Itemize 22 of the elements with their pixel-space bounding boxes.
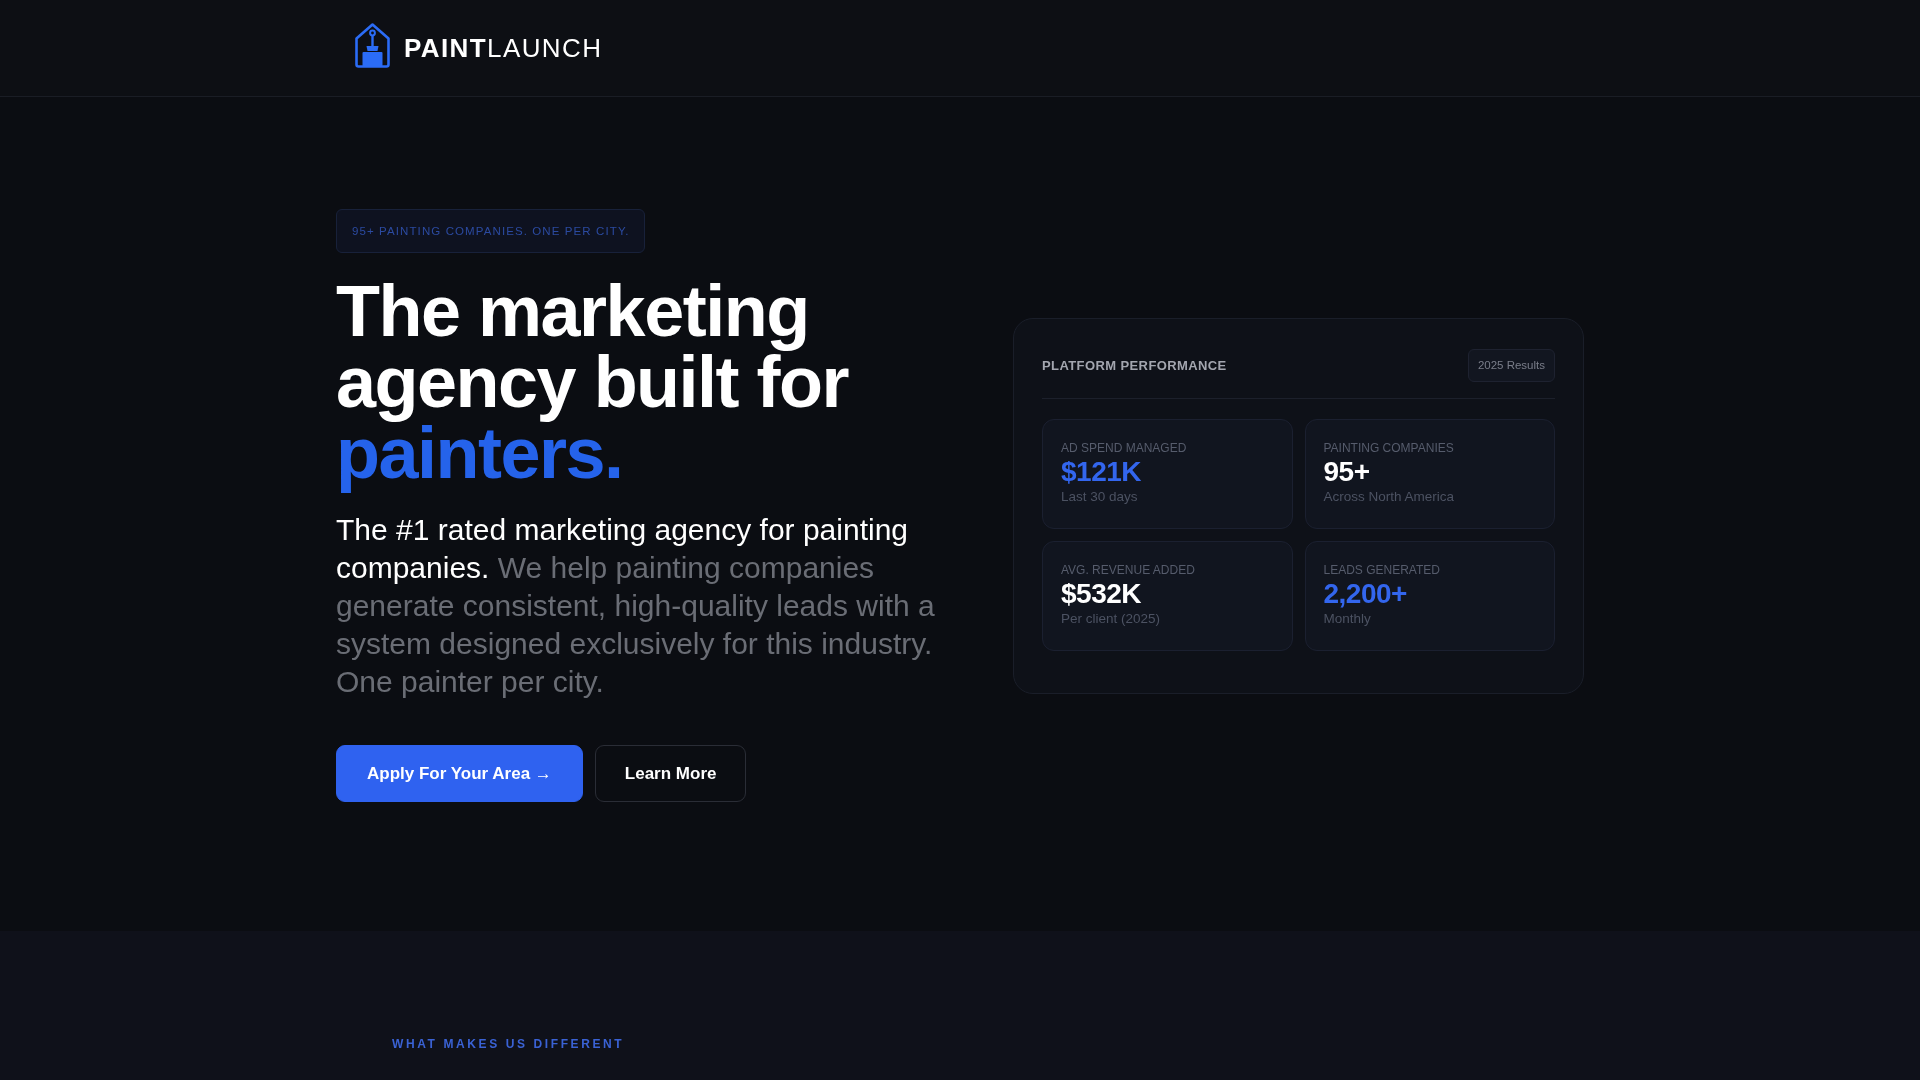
hero-description: The #1 rated marketing agency for painting companies. We help painting companies generate consistent, high-quality leads with a system designed exclusively for this industry. One painter per city. xyxy=(336,512,936,700)
card-title: PLATFORM PERFORMANCE xyxy=(1042,357,1227,373)
stat-value: 2,200+ xyxy=(1323,577,1407,610)
learn-more-button[interactable]: Learn More xyxy=(594,745,747,802)
paintbrush-house-icon xyxy=(355,22,390,68)
apply-button[interactable]: Apply For Your Area → xyxy=(336,745,583,802)
tagline-badge: 95+ PAINTING COMPANIES. ONE PER CITY. xyxy=(336,209,646,253)
stat-label: PAINTING COMPANIES xyxy=(1323,439,1454,456)
stat-label: AVG. REVENUE ADDED xyxy=(1061,561,1195,578)
stat-note: Monthly xyxy=(1323,609,1371,628)
stat-label: AD SPEND MANAGED xyxy=(1061,439,1187,456)
stat-note: Across North America xyxy=(1323,487,1455,506)
stat-value: $121K xyxy=(1061,455,1141,488)
headline-text: The marketing agency built for xyxy=(336,271,849,422)
stat-value: 95+ xyxy=(1323,455,1370,488)
stat-note: Last 30 days xyxy=(1061,487,1138,506)
stat-label: LEADS GENERATED xyxy=(1323,561,1440,578)
year-results-badge: 2025 Results xyxy=(1467,348,1555,382)
stat-note: Per client (2025) xyxy=(1061,609,1161,628)
logo-link[interactable]: PAINTLAUNCH xyxy=(355,22,603,68)
stat-value: $532K xyxy=(1061,577,1141,610)
section-eyebrow: WHAT MAKES US DIFFERENT xyxy=(392,1037,625,1051)
